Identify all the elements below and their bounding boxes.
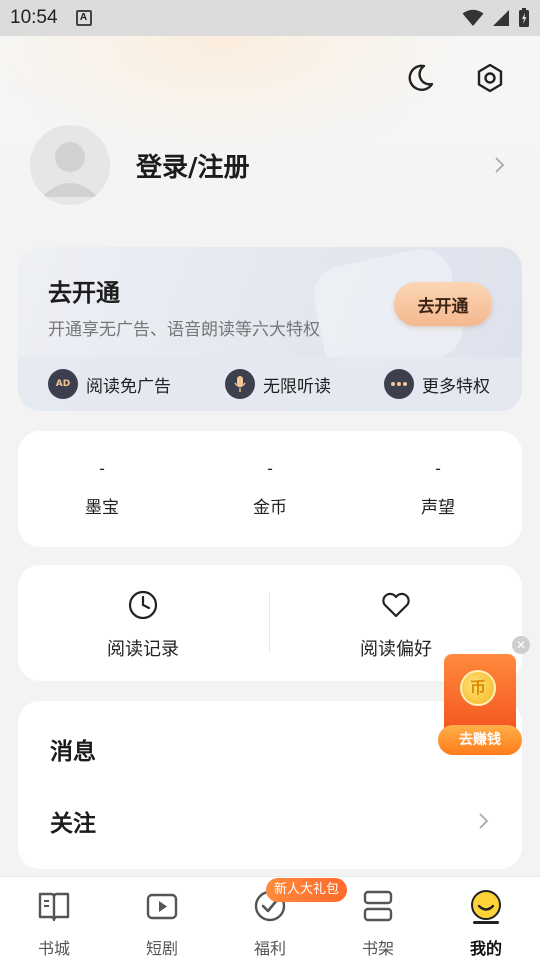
new-user-gift-badge[interactable]: 新人大礼包: [266, 878, 348, 902]
a-icon: A: [75, 10, 92, 26]
following-row[interactable]: 关注: [50, 801, 490, 841]
ad-free-icon: AD: [48, 369, 78, 399]
feature-ad-free[interactable]: AD 阅读免广告: [48, 369, 171, 399]
vip-open-button[interactable]: 去开通: [394, 282, 492, 326]
signal-icon: [493, 10, 509, 26]
microphone-icon: [225, 369, 255, 399]
book-icon: [38, 892, 70, 922]
earn-money-float[interactable]: 币 ✕ 去赚钱: [438, 636, 530, 756]
feature-label: 无限听读: [263, 376, 331, 397]
tab-label: 福利: [253, 939, 286, 958]
list-label: 消息: [50, 739, 96, 765]
stat-mobao[interactable]: - 墨宝: [42, 459, 162, 518]
tab-short-drama[interactable]: 短剧: [122, 887, 202, 959]
smile-icon: [471, 890, 501, 924]
shelf-icon: [363, 890, 393, 922]
wifi-icon: [462, 9, 484, 26]
stat-label: 金币: [253, 498, 287, 518]
vip-card[interactable]: 去开通 开通享无广告、语音朗读等六大特权 去开通 AD 阅读免广告 无限听读 更…: [18, 247, 522, 411]
stat-label: 声望: [421, 498, 455, 518]
avatar[interactable]: [30, 125, 110, 205]
vip-features: AD 阅读免广告 无限听读 更多特权: [18, 357, 522, 411]
feature-listen[interactable]: 无限听读: [225, 369, 331, 399]
reading-history-button[interactable]: 阅读记录: [43, 589, 243, 661]
settings-icon[interactable]: [474, 62, 506, 94]
earn-money-button[interactable]: 去赚钱: [438, 725, 522, 755]
stat-value: -: [267, 459, 273, 478]
stats-card: - 墨宝 - 金币 - 声望: [18, 431, 522, 547]
chevron-right-icon: [495, 157, 505, 173]
tab-label: 我的: [469, 939, 502, 958]
status-bar: 10:54 A: [0, 0, 540, 36]
moon-icon[interactable]: [404, 62, 436, 94]
list-label: 关注: [50, 811, 96, 837]
heart-icon: [382, 592, 410, 618]
top-actions: [404, 62, 506, 94]
tab-label: 书架: [361, 939, 394, 958]
messages-row[interactable]: 消息: [50, 729, 490, 769]
status-right: [462, 8, 530, 28]
feature-label: 阅读免广告: [86, 376, 171, 397]
stat-coins[interactable]: - 金币: [210, 459, 330, 518]
stat-label: 墨宝: [85, 498, 119, 518]
vip-subtitle: 开通享无广告、语音朗读等六大特权: [48, 320, 320, 340]
tab-bookstore[interactable]: 书城: [14, 887, 94, 959]
vip-title: 去开通: [48, 279, 120, 307]
more-icon: [384, 369, 414, 399]
clock-icon: [128, 590, 158, 620]
play-icon: [146, 893, 178, 920]
tab-label: 书城: [37, 939, 70, 958]
coin-icon: 币: [460, 670, 496, 706]
feature-more[interactable]: 更多特权: [384, 369, 490, 399]
close-icon[interactable]: ✕: [512, 636, 530, 654]
stat-reputation[interactable]: - 声望: [378, 459, 498, 518]
login-register-link[interactable]: 登录/注册: [136, 147, 250, 184]
stat-value: -: [99, 459, 105, 478]
battery-icon: [519, 8, 529, 27]
tab-label: 短剧: [145, 939, 178, 958]
avatar-placeholder-icon: [42, 142, 98, 197]
status-time: 10:54: [10, 7, 58, 28]
tab-mine[interactable]: 我的: [446, 887, 526, 959]
stat-value: -: [435, 459, 441, 478]
feature-label: 更多特权: [422, 376, 490, 397]
record-label: 阅读记录: [107, 639, 179, 660]
tab-bookshelf[interactable]: 书架: [338, 887, 418, 959]
profile-row[interactable]: 登录/注册: [30, 124, 520, 206]
chevron-right-icon: [479, 813, 489, 829]
divider: [269, 593, 270, 653]
